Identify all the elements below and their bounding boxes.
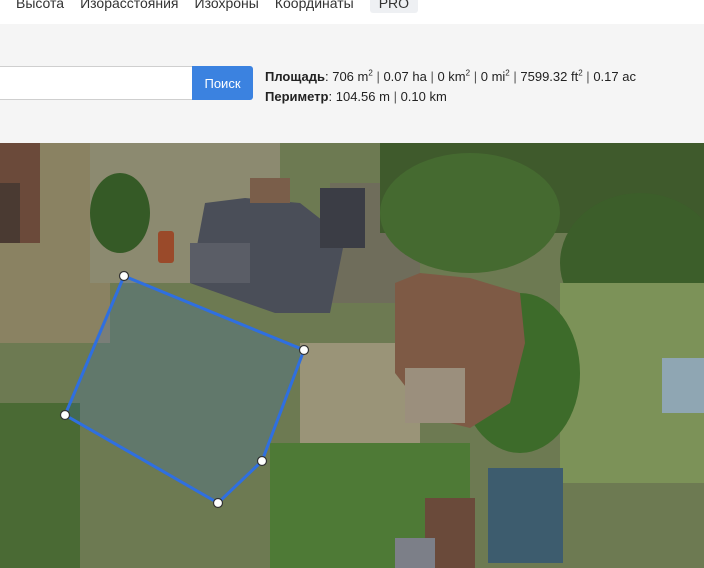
area-m2: 706 m2 [332,68,373,84]
perimeter-label: Периметр [265,89,329,104]
nav-item-isochrones[interactable]: Изохроны [187,0,267,10]
house-roof-wing [190,243,250,283]
parked-car [158,231,174,263]
nav-item-coordinates[interactable]: Координаты [267,0,362,10]
building-gray-roof [395,538,435,568]
nav-item-isodistances[interactable]: Изорасстояния [72,0,186,10]
area-ac: 0.17 ac [593,69,636,84]
tree-cluster [380,153,560,273]
area-km2: 0 km2 [437,68,471,84]
polygon-vertex-handle[interactable] [212,497,224,509]
perimeter-row: Периметр: 104.56 m | 0.10 km [265,89,447,104]
area-ft2: 7599.32 ft2 [520,68,583,84]
lawn-left-bottom [0,403,80,568]
search-toolbar: Поиск Площадь: 706 m2 | 0.07 ha | 0 km2 … [0,24,704,143]
area-row: Площадь: 706 m2 | 0.07 ha | 0 km2 | 0 mi… [265,68,636,84]
nav-item-height[interactable]: Высота [0,0,72,10]
tree-small [90,173,150,253]
area-mi2: 0 mi2 [480,68,510,84]
perimeter-m: 104.56 m [335,89,390,104]
area-label: Площадь [265,69,325,84]
top-navigation: Высота Изорасстояния Изохроны Координаты… [0,0,704,24]
nav-item-pro[interactable]: PRO [369,0,419,13]
roof-left-shadow [0,183,20,243]
area-ha: 0.07 ha [383,69,427,84]
shed-roof [250,178,290,203]
map-canvas[interactable] [0,143,704,568]
polygon-vertex-handle[interactable] [118,270,130,282]
building-blue-roof [488,468,563,563]
satellite-map[interactable] [0,143,704,568]
polygon-vertex-handle[interactable] [59,409,71,421]
polygon-vertex-handle[interactable] [256,455,268,467]
search-input[interactable] [0,66,193,100]
building-light-roof [662,358,704,413]
search-button[interactable]: Поиск [192,66,253,100]
perimeter-km: 0.10 km [400,89,447,104]
polygon-vertex-handle[interactable] [298,344,310,356]
terrace [405,368,465,423]
measurement-summary: Площадь: 706 m2 | 0.07 ha | 0 km2 | 0 mi… [265,67,636,107]
house-annex [320,188,365,248]
